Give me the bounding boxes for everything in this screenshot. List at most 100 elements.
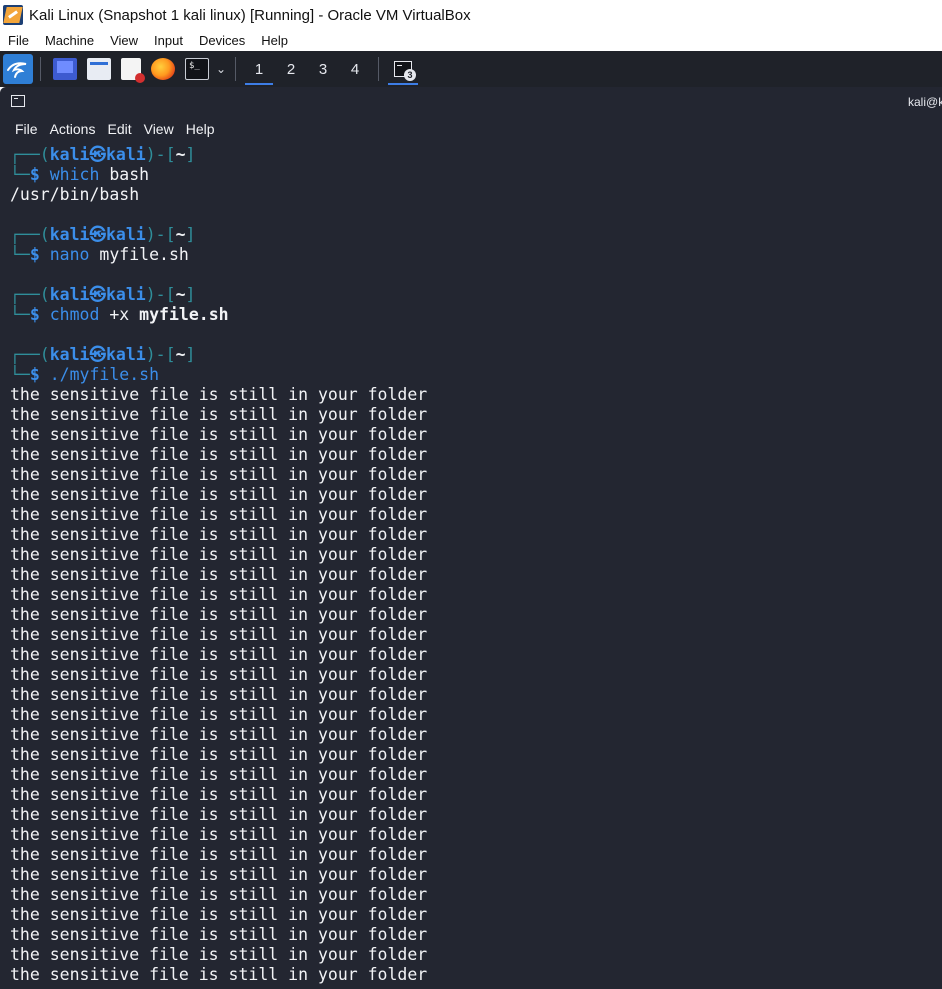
output-line: the sensitive file is still in your fold… [10,805,940,825]
prompt-header-line: ┌──(kali ㉿ kali)-[~] [10,345,940,365]
prompt-at-symbol: ㉿ [89,145,107,164]
output-line: the sensitive file is still in your fold… [10,385,940,405]
virtualbox-icon [3,5,23,25]
prompt-bracket: )-[ [145,285,176,304]
terminal-menu-actions[interactable]: Actions [38,121,96,137]
kali-top-panel: ⌄ 1 2 3 4 3 [0,51,942,87]
firefox-icon[interactable] [151,58,175,80]
terminal-menu-view[interactable]: View [132,121,174,137]
prompt-at-symbol: ㉿ [89,225,107,244]
prompt-user: kali [49,225,90,244]
command-line: └─ $ ./myfile.sh [10,365,940,385]
prompt-bracket: ┌──( [10,345,50,364]
output-line: the sensitive file is still in your fold… [10,745,940,765]
host-menu-devices[interactable]: Devices [191,33,253,48]
host-menu-machine[interactable]: Machine [37,33,102,48]
output-line: the sensitive file is still in your fold… [10,905,940,925]
output-text: the sensitive file is still in your fold… [10,705,428,724]
output-text: the sensitive file is still in your fold… [10,485,428,504]
terminal-icon [11,95,25,107]
command-args-file: myfile.sh [129,305,229,324]
panel-separator [40,57,41,81]
prompt-corner: └─ [10,245,30,264]
chevron-down-icon[interactable]: ⌄ [216,62,226,76]
workspace-2[interactable]: 2 [275,51,307,87]
kali-dragon-icon [7,62,27,78]
output-text: the sensitive file is still in your fold… [10,565,428,584]
output-text: the sensitive file is still in your fold… [10,525,428,544]
workspace-4[interactable]: 4 [339,51,371,87]
output-text: the sensitive file is still in your fold… [10,385,428,404]
prompt-dollar: $ [29,305,40,324]
output-text: the sensitive file is still in your fold… [10,825,428,844]
command-line: └─ $ which bash [10,165,940,185]
host-menu-file[interactable]: File [0,33,37,48]
text-editor-icon[interactable] [121,58,145,83]
output-text: the sensitive file is still in your fold… [10,765,428,784]
output-text: the sensitive file is still in your fold… [10,925,428,944]
output-text: the sensitive file is still in your fold… [10,445,428,464]
prompt-bracket: ┌──( [10,225,50,244]
output-text: the sensitive file is still in your fold… [10,665,428,684]
terminal-menu-help[interactable]: Help [174,121,215,137]
output-line: the sensitive file is still in your fold… [10,945,940,965]
taskbar-terminal-group[interactable]: 3 [386,51,420,87]
prompt-directory: ~ [175,145,186,164]
prompt-host: kali [106,345,146,364]
output-text: the sensitive file is still in your fold… [10,465,428,484]
prompt-bracket: ┌──( [10,145,50,164]
output-line: the sensitive file is still in your fold… [10,525,940,545]
output-text: the sensitive file is still in your fold… [10,885,428,904]
terminal-output[interactable]: ┌──(kali ㉿ kali)-[~] └─ $ which bash/usr/bin… [10,145,940,985]
output-text: the sensitive file is still in your fold… [10,625,428,644]
kali-menu-button[interactable] [3,54,33,84]
file-manager-icon[interactable] [87,58,111,80]
prompt-bracket: )-[ [145,345,176,364]
output-text: the sensitive file is still in your fold… [10,645,428,664]
command-name: ./myfile.sh [49,365,160,384]
prompt-dollar: $ [29,365,40,384]
output-line: the sensitive file is still in your fold… [10,665,940,685]
prompt-dollar: $ [29,165,40,184]
output-line: the sensitive file is still in your fold… [10,585,940,605]
prompt-directory: ~ [175,225,186,244]
output-line: the sensitive file is still in your fold… [10,685,940,705]
output-line: the sensitive file is still in your fold… [10,965,940,985]
prompt-header-line: ┌──(kali ㉿ kali)-[~] [10,225,940,245]
terminal-launcher-icon[interactable] [185,58,209,80]
output-line: the sensitive file is still in your fold… [10,505,940,525]
output-text: /usr/bin/bash [10,185,140,204]
terminal-title-bar[interactable]: kali@k [0,87,942,115]
output-line: the sensitive file is still in your fold… [10,465,940,485]
output-line: the sensitive file is still in your fold… [10,405,940,425]
host-menu-input[interactable]: Input [146,33,191,48]
prompt-header-line: ┌──(kali ㉿ kali)-[~] [10,145,940,165]
output-text: the sensitive file is still in your fold… [10,945,428,964]
host-menu-help[interactable]: Help [253,33,296,48]
workspace-3[interactable]: 3 [307,51,339,87]
prompt-directory: ~ [175,345,186,364]
terminal-menu-edit[interactable]: Edit [95,121,131,137]
output-line: the sensitive file is still in your fold… [10,765,940,785]
prompt-bracket: ] [185,225,196,244]
prompt-bracket: ] [185,285,196,304]
workspace-1[interactable]: 1 [243,51,275,87]
panel-separator [378,57,380,81]
host-menu-view[interactable]: View [102,33,146,48]
output-line: the sensitive file is still in your fold… [10,865,940,885]
prompt-header-line: ┌──(kali ㉿ kali)-[~] [10,285,940,305]
prompt-corner: └─ [10,365,30,384]
prompt-bracket: )-[ [145,145,176,164]
prompt-bracket: ] [185,345,196,364]
output-text: the sensitive file is still in your fold… [10,725,428,744]
command-args: bash [99,165,150,184]
prompt-bracket: )-[ [145,225,176,244]
output-text: the sensitive file is still in your fold… [10,685,428,704]
show-desktop-icon[interactable] [53,58,77,80]
command-name: nano [49,245,90,264]
terminal-menu-file[interactable]: File [0,121,38,137]
